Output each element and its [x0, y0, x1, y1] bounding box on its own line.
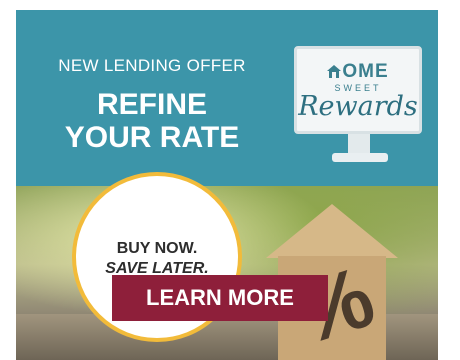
monitor-stand-base	[332, 153, 388, 162]
logo-rewards-text: Rewards	[298, 91, 418, 122]
teal-header-panel: NEW LENDING OFFER REFINE YOUR RATE OME S…	[16, 10, 438, 186]
monitor-logo-screen: OME SWEET Rewards	[294, 46, 422, 134]
headline: REFINE YOUR RATE	[16, 88, 288, 154]
offer-label: NEW LENDING OFFER	[58, 56, 246, 75]
house-icon	[327, 65, 342, 78]
wooden-house-roof	[266, 204, 398, 258]
headline-line-1: REFINE	[96, 88, 207, 121]
logo-home-text: OME	[297, 61, 419, 83]
headline-line-2: YOUR RATE	[64, 121, 240, 154]
monitor-stand-neck	[348, 134, 370, 154]
learn-more-button[interactable]: LEARN MORE	[112, 275, 328, 321]
badge-buy-now: BUY NOW.	[116, 240, 198, 257]
logo-home-word: OME	[342, 61, 389, 82]
